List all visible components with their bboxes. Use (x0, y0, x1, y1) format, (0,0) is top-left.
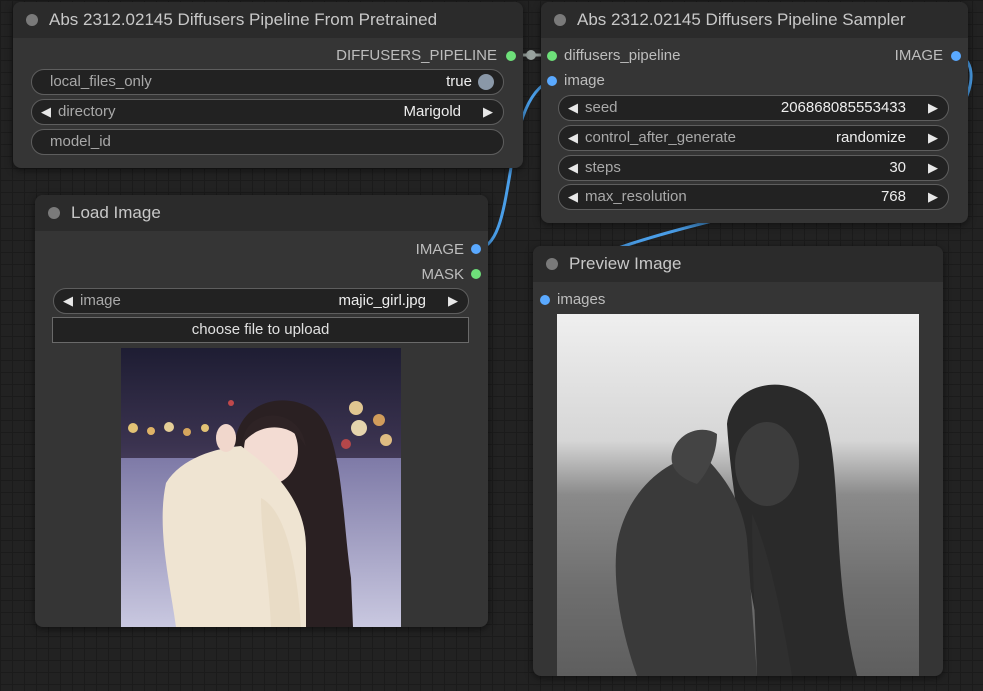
decrement-arrow-icon[interactable]: ◀ (568, 185, 578, 209)
node-title-bar[interactable]: Abs 2312.02145 Diffusers Pipeline From P… (13, 2, 523, 38)
node-title: Load Image (71, 203, 161, 222)
widget-value: majic_girl.jpg (338, 292, 426, 309)
widget-label: model_id (50, 133, 111, 150)
widget-label: local_files_only (50, 73, 152, 90)
decrement-arrow-icon[interactable]: ◀ (568, 96, 578, 120)
node-title: Abs 2312.02145 Diffusers Pipeline Sample… (577, 10, 906, 29)
input-connector-dot-icon[interactable] (540, 295, 550, 305)
toggle-knob-icon[interactable] (478, 74, 494, 90)
increment-arrow-icon[interactable]: ▶ (928, 96, 938, 120)
widget-label: control_after_generate (585, 129, 736, 146)
widget-label: seed (585, 99, 618, 116)
node-preview-image[interactable]: Preview Image images (533, 246, 943, 676)
node-diffusers-pipeline-sampler[interactable]: Abs 2312.02145 Diffusers Pipeline Sample… (541, 2, 968, 223)
output-connector-dot-icon[interactable] (471, 244, 481, 254)
collapse-dot-icon[interactable] (554, 14, 566, 26)
output-slot-label: DIFFUSERS_PIPELINE (336, 47, 497, 64)
widget-value: 206868085553433 (780, 99, 906, 116)
widget-label: image (80, 292, 121, 309)
widget-label: steps (585, 159, 621, 176)
output-slot-mask[interactable]: MASK (421, 265, 464, 285)
node-load-image[interactable]: Load Image IMAGE MASK ◀ image majic_girl… (35, 195, 488, 627)
output-slot-diffusers-pipeline[interactable]: DIFFUSERS_PIPELINE (336, 46, 497, 66)
increment-arrow-icon[interactable]: ▶ (928, 126, 938, 150)
input-slot-label: image (564, 72, 605, 89)
node-title-bar[interactable]: Load Image (35, 195, 488, 231)
output-connector-dot-icon[interactable] (471, 269, 481, 279)
widget-label: directory (58, 103, 116, 120)
node-title: Preview Image (569, 254, 682, 273)
input-connector-dot-icon[interactable] (547, 76, 557, 86)
loaded-image-preview (121, 348, 401, 627)
input-slot-label: diffusers_pipeline (564, 47, 681, 64)
input-slot-images[interactable]: images (557, 290, 605, 310)
decrement-arrow-icon[interactable]: ◀ (568, 156, 578, 180)
directory-combo[interactable]: ◀ directory Marigold ▶ (31, 99, 504, 125)
depth-output-preview (557, 314, 919, 676)
output-connector-dot-icon[interactable] (506, 51, 516, 61)
widget-value: 30 (889, 159, 906, 176)
choose-file-upload-button[interactable]: choose file to upload (52, 317, 469, 343)
increment-arrow-icon[interactable]: ▶ (928, 185, 938, 209)
widget-value: randomize (835, 129, 906, 146)
increment-arrow-icon[interactable]: ▶ (448, 289, 458, 313)
output-slot-label: IMAGE (894, 47, 943, 64)
decrement-arrow-icon[interactable]: ◀ (63, 289, 73, 313)
seed-number-widget[interactable]: ◀ seed 206868085553433 ▶ (558, 95, 949, 121)
image-file-combo[interactable]: ◀ image majic_girl.jpg ▶ (53, 288, 469, 314)
collapse-dot-icon[interactable] (26, 14, 38, 26)
widget-value: Marigold (403, 103, 461, 120)
decrement-arrow-icon[interactable]: ◀ (568, 126, 578, 150)
collapse-dot-icon[interactable] (546, 258, 558, 270)
output-slot-image[interactable]: IMAGE (895, 46, 943, 66)
output-slot-label: IMAGE (415, 241, 464, 258)
steps-number-widget[interactable]: ◀ steps 30 ▶ (558, 155, 949, 181)
node-title-bar[interactable]: Preview Image (533, 246, 943, 282)
node-title: Abs 2312.02145 Diffusers Pipeline From P… (49, 10, 438, 29)
collapse-dot-icon[interactable] (48, 207, 60, 219)
output-slot-image[interactable]: IMAGE (416, 240, 464, 260)
widget-value: true (446, 73, 472, 90)
input-slot-diffusers-pipeline[interactable]: diffusers_pipeline (564, 46, 680, 66)
node-title-bar[interactable]: Abs 2312.02145 Diffusers Pipeline Sample… (541, 2, 968, 38)
output-slot-label: MASK (421, 266, 464, 283)
widget-label: max_resolution (585, 188, 687, 205)
input-slot-image[interactable]: image (564, 71, 605, 91)
input-slot-label: images (557, 291, 606, 308)
model-id-text-field[interactable]: model_id (31, 129, 504, 155)
local-files-only-toggle[interactable]: local_files_only true (31, 69, 504, 95)
increment-arrow-icon[interactable]: ▶ (928, 156, 938, 180)
max-resolution-number-widget[interactable]: ◀ max_resolution 768 ▶ (558, 184, 949, 210)
output-connector-dot-icon[interactable] (951, 51, 961, 61)
increment-arrow-icon[interactable]: ▶ (483, 100, 493, 124)
widget-value: 768 (880, 188, 906, 205)
decrement-arrow-icon[interactable]: ◀ (41, 100, 51, 124)
control-after-generate-combo[interactable]: ◀ control_after_generate randomize ▶ (558, 125, 949, 151)
input-connector-dot-icon[interactable] (547, 51, 557, 61)
node-diffusers-pipeline-from-pretrained[interactable]: Abs 2312.02145 Diffusers Pipeline From P… (13, 2, 523, 168)
